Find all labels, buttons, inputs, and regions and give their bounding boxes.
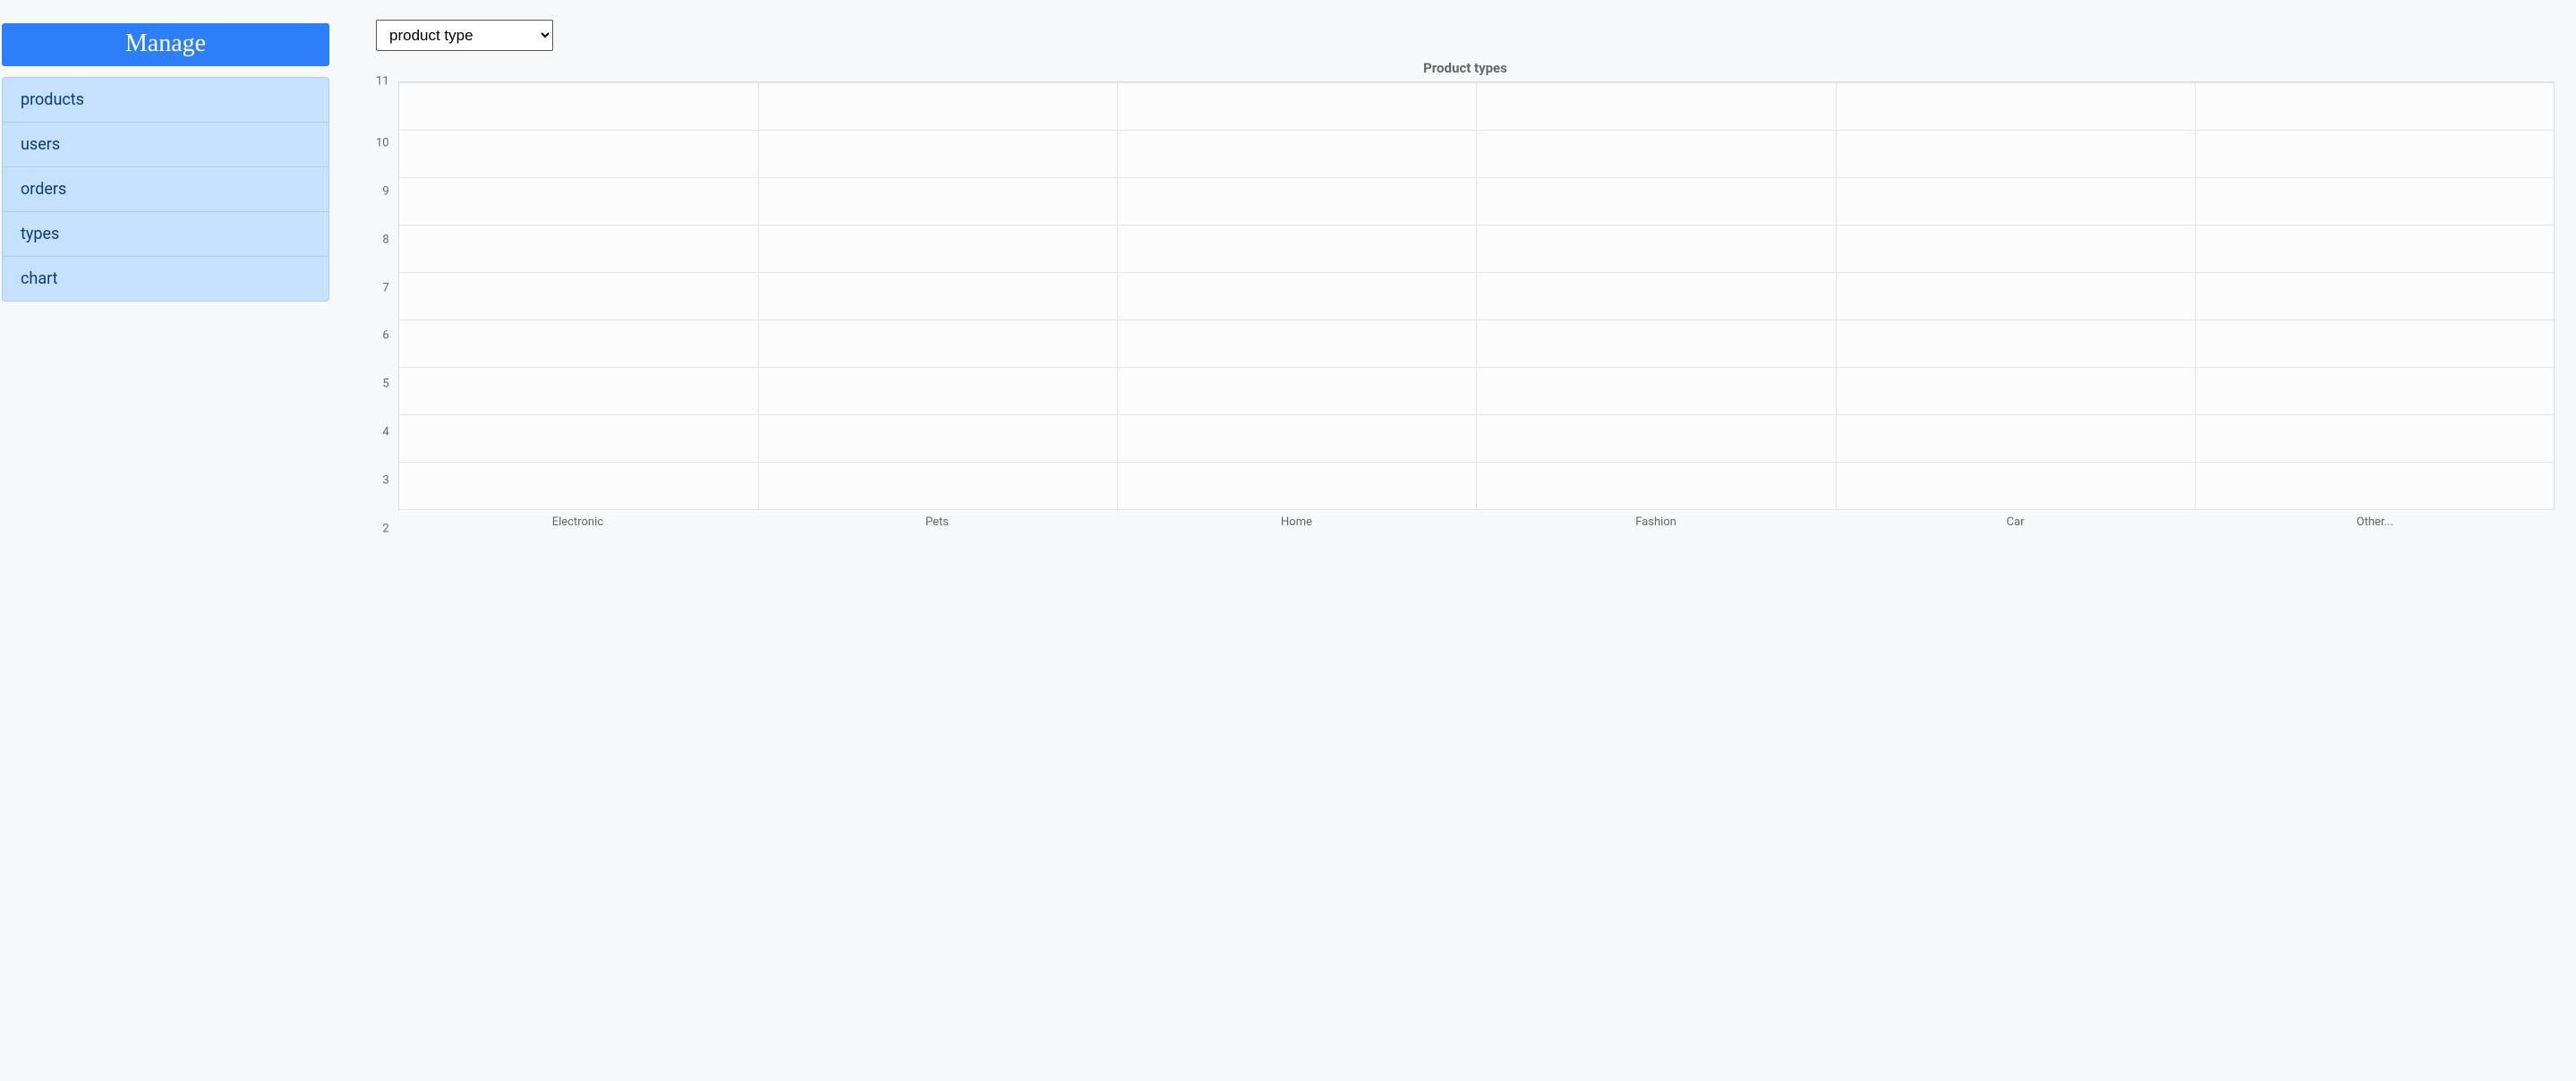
y-tick: 6 (382, 329, 388, 343)
x-tick: Fashion (1476, 515, 1836, 529)
y-axis: 111098765432 (376, 81, 398, 529)
sidebar-item-products[interactable]: products (3, 78, 328, 123)
y-tick: 3 (382, 474, 388, 488)
sidebar-item-orders[interactable]: orders (3, 167, 328, 212)
y-tick: 8 (382, 233, 388, 246)
chart-title: Product types (376, 60, 2555, 76)
y-tick: 9 (382, 184, 388, 198)
sidebar-item-chart[interactable]: chart (3, 257, 328, 301)
sidebar: Manage products users orders types chart (0, 0, 331, 1081)
sidebar-title: Manage (2, 23, 329, 66)
y-tick: 11 (376, 75, 389, 89)
chart-controls: product type (376, 20, 2555, 51)
sidebar-item-users[interactable]: users (3, 123, 328, 167)
x-tick: Pets (757, 515, 1117, 529)
x-tick: Home (1117, 515, 1477, 529)
y-tick: 2 (382, 522, 388, 535)
x-axis: ElectronicPetsHomeFashionCarOther... (398, 515, 2555, 529)
plot-area (398, 81, 2555, 510)
sidebar-menu: products users orders types chart (2, 77, 329, 302)
y-tick: 7 (382, 281, 388, 294)
chart: Product types 111098765432 ElectronicPet… (376, 60, 2555, 529)
sidebar-item-types[interactable]: types (3, 212, 328, 257)
main-panel: product type Product types 111098765432 … (331, 0, 2576, 1081)
y-tick: 5 (382, 378, 388, 391)
chart-type-select[interactable]: product type (376, 20, 553, 51)
y-tick: 4 (382, 426, 388, 439)
x-tick: Car (1836, 515, 2196, 529)
x-tick: Other... (2195, 515, 2555, 529)
y-tick: 10 (376, 136, 389, 149)
x-tick: Electronic (398, 515, 758, 529)
